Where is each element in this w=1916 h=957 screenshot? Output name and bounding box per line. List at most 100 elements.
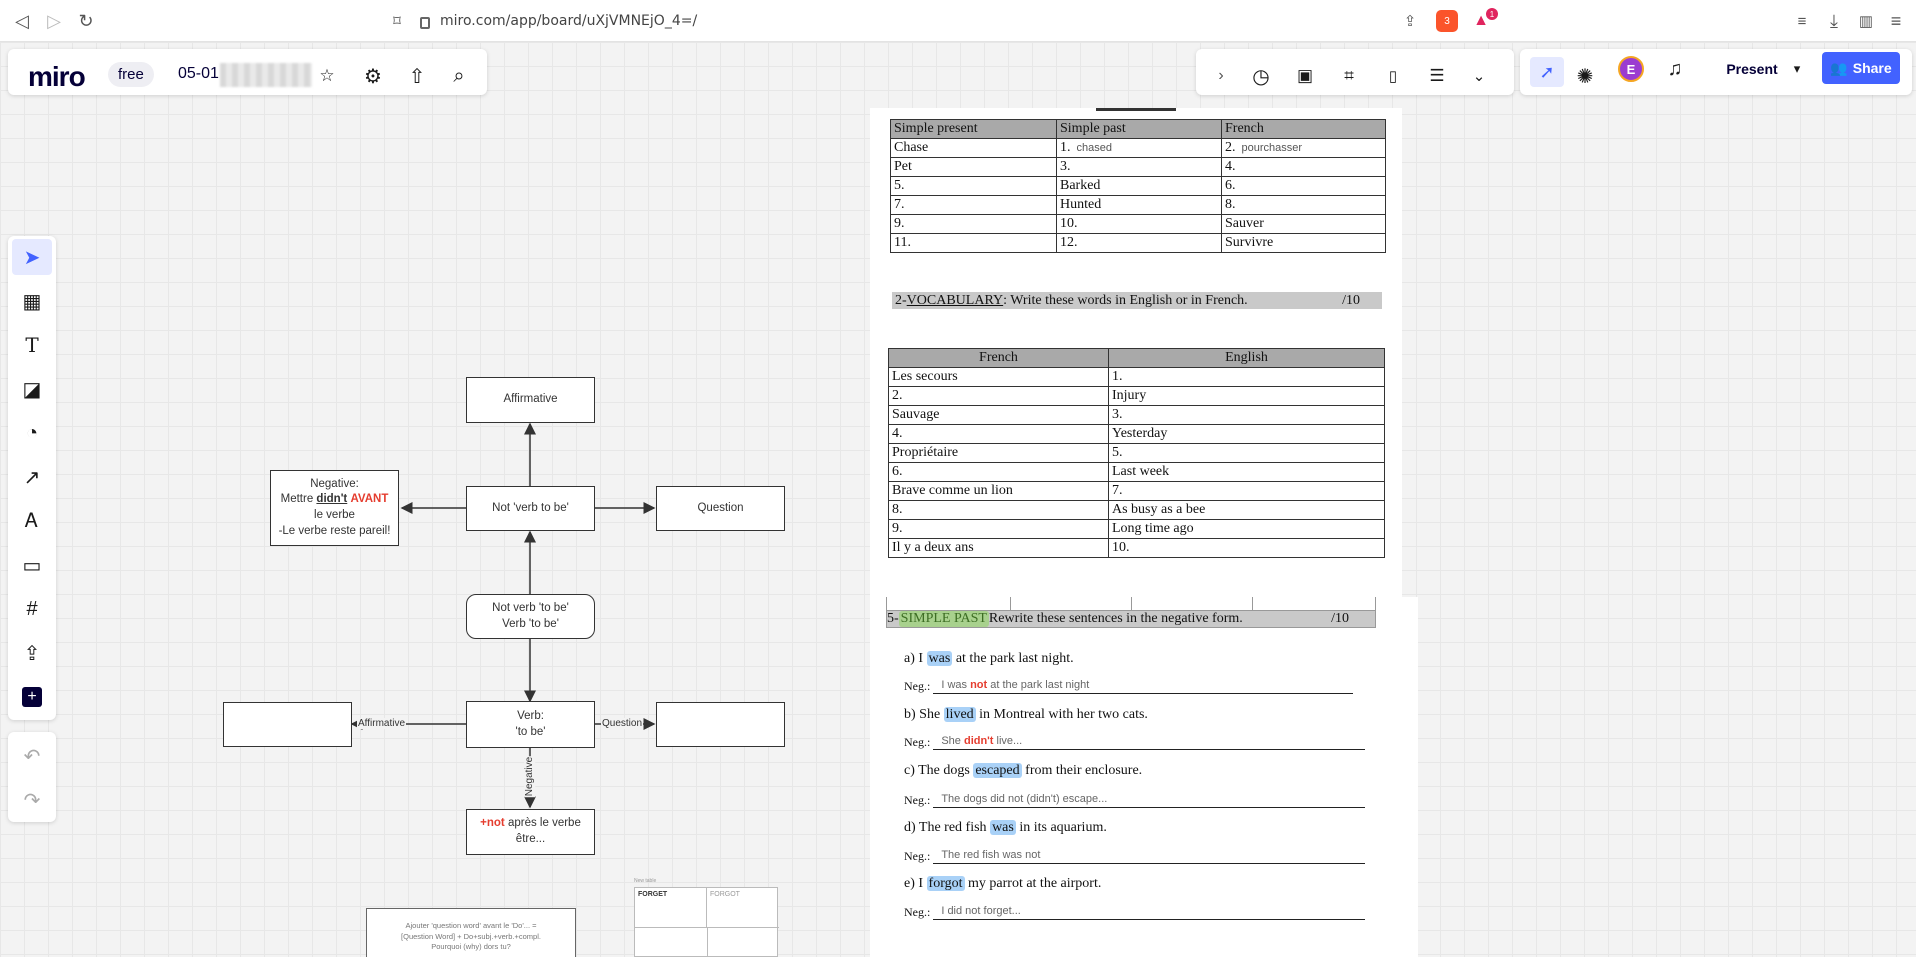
col-simple-present: Simple present [890, 119, 1057, 139]
bell-icon[interactable]: ♫ [1662, 56, 1688, 82]
answer-chased: chased [1076, 142, 1112, 154]
present-chevron-down-icon[interactable]: ▾ [1784, 56, 1810, 82]
table-cell[interactable]: 2. pourchasser [1221, 138, 1386, 158]
past-word: SIMPLE PAST [898, 611, 989, 627]
table-cell[interactable]: 4. [888, 424, 1109, 444]
question-node[interactable]: Question [656, 486, 785, 531]
vocabulary-table[interactable]: French English Les secours 1. 2. Injury Sa… [888, 348, 1385, 558]
negative-node[interactable]: Negative: Mettre didn't AVANT le verbe -… [270, 470, 399, 546]
empty-question-box[interactable] [656, 702, 785, 747]
question-word-note[interactable]: Ajouter 'question word' avant le 'Do'...… [366, 908, 576, 957]
table-cell: Il y a deux ans [888, 538, 1109, 558]
reactions-icon[interactable]: ✺ [1572, 63, 1598, 89]
table-cell[interactable]: 2. [888, 386, 1109, 406]
bookmark-icon[interactable]: ⌑ [385, 9, 409, 33]
table-cell[interactable]: 8. [1221, 195, 1386, 215]
not-verb-to-be-node[interactable]: Not 'verb to be' [466, 486, 595, 531]
address-bar[interactable]: miro.com/app/board/uXjVMNEjO_4=/ [420, 8, 1520, 34]
table-cell: Pet [890, 157, 1057, 177]
table-cell[interactable]: 6. [888, 462, 1109, 482]
neg-answer-a[interactable]: Neg.: I was not at the park last night [904, 679, 1354, 694]
mini-table-caption: New table [634, 878, 657, 884]
table-cell: Survivre [1221, 233, 1386, 253]
choice-node[interactable]: Not verb 'to be' Verb 'to be' [466, 594, 595, 639]
table-cell[interactable]: 6. [1221, 176, 1386, 196]
mini-table[interactable]: FORGET FORGOT [634, 887, 779, 957]
share-label: Share [1852, 60, 1892, 76]
back-icon[interactable]: ◁ [10, 9, 34, 33]
neg-answer-e[interactable]: Neg.: I did not forget... [904, 905, 1366, 920]
board-canvas[interactable]: miro free 05-01 ☆ ⚙ ⇧ ⌕ › ◷ ▣ ⌗ ▯ ☰ ⌄ ➚ … [0, 42, 1916, 957]
table-cell: As busy as a bee [1108, 500, 1385, 520]
table-cell[interactable]: 3. [1056, 157, 1222, 177]
table-cell: Sauver [1221, 214, 1386, 234]
table-cell[interactable]: 11. [890, 233, 1057, 253]
playlist-icon[interactable]: ≡ [1790, 9, 1814, 33]
chevron-double-down-icon[interactable]: ⌄ [1466, 63, 1492, 89]
timer-icon[interactable]: ◷ [1248, 63, 1274, 89]
table-cell[interactable]: 7. [890, 195, 1057, 215]
table-cell[interactable]: 4. [1221, 157, 1386, 177]
table-row: 2. Injury [888, 386, 1385, 406]
neg-label: Neg.: [904, 849, 931, 863]
not-after-verb-node[interactable]: +not après le verbe être... [466, 809, 595, 855]
past-score: /10 [1331, 611, 1349, 626]
table-cell[interactable]: 5. [890, 176, 1057, 196]
table-row: Propriétaire 5. [888, 443, 1385, 463]
neg-answer-c[interactable]: Neg.: The dogs did not (didn't) escape..… [904, 793, 1366, 808]
sentence-text: at the park last night. [952, 651, 1074, 666]
notes-icon[interactable]: ☰ [1424, 63, 1450, 89]
menu-icon[interactable]: ≡ [1884, 9, 1908, 33]
reload-icon[interactable]: ↻ [74, 9, 98, 33]
table-cell: Brave comme un lion [888, 481, 1109, 501]
table-cell[interactable]: 10. [1108, 538, 1385, 558]
table-cell[interactable]: 12. [1056, 233, 1222, 253]
table-cell[interactable]: 3. [1108, 405, 1385, 425]
negative-title: Negative: [310, 477, 359, 490]
affirmative-node[interactable]: Affirmative [466, 377, 595, 423]
table-cell[interactable]: 8. [888, 500, 1109, 520]
negative-connector-label[interactable]: Negative [524, 755, 536, 798]
negative-rule-avant: AVANT [350, 493, 389, 506]
table-row: 5. Barked 6. [890, 176, 1386, 196]
card-icon[interactable]: ▯ [1380, 63, 1406, 89]
table-cell[interactable]: 10. [1056, 214, 1222, 234]
vocab-score: /10 [1342, 292, 1360, 308]
video-icon[interactable]: ▣ [1292, 63, 1318, 89]
sentence-text: my parrot at the airport. [964, 876, 1102, 891]
table-row: 9. 10. Sauver [890, 214, 1386, 234]
vocab-number: 2- [895, 292, 907, 308]
focus-icon[interactable]: ⌗ [1336, 63, 1362, 89]
empty-affirmative-box[interactable] [223, 702, 352, 747]
cursor-select-icon[interactable]: ➚ [1530, 57, 1564, 87]
sentence-text: a) I [904, 651, 927, 666]
not-word: +not [480, 817, 505, 830]
table-cell[interactable]: 1. [1108, 367, 1385, 387]
table-row: 11. 12. Survivre [890, 233, 1386, 253]
chevron-right-icon[interactable]: › [1208, 63, 1234, 89]
share-button[interactable]: 👥 Share [1822, 52, 1900, 84]
download-icon[interactable]: ⤓ [1822, 9, 1846, 33]
neg-answer-b[interactable]: Neg.: She didn't live... [904, 735, 1366, 750]
browser-toolbar: ◁ ▷ ↻ ⌑ miro.com/app/board/uXjVMNEjO_4=/… [0, 0, 1916, 42]
share-page-icon[interactable]: ⇪ [1398, 9, 1422, 33]
verb-to-be-node[interactable]: Verb: 'to be' [466, 701, 595, 748]
vocab-instruction: : Write these words in English or in Fre… [1003, 292, 1248, 308]
answer-line: She didn't live... [933, 735, 1366, 750]
sidebar-icon[interactable]: ▥ [1854, 9, 1878, 33]
table-cell[interactable]: 9. [890, 214, 1057, 234]
table-cell: Yesterday [1108, 424, 1385, 444]
table-cell[interactable]: 7. [1108, 481, 1385, 501]
table-cell[interactable]: 1. chased [1056, 138, 1222, 158]
brave-shield-icon[interactable]: 3 [1436, 10, 1458, 32]
verbs-table[interactable]: Simple present Simple past French Chase … [890, 119, 1386, 253]
present-button[interactable]: Present [1710, 54, 1794, 84]
question-connector-label[interactable]: Question [601, 718, 644, 729]
neg-answer-d[interactable]: Neg.: The red fish was not [904, 849, 1366, 864]
avatar[interactable]: E [1618, 56, 1644, 82]
table-cell[interactable]: 5. [1108, 443, 1385, 463]
forward-icon[interactable]: ▷ [42, 9, 66, 33]
affirmative-connector-label[interactable]: Affirmative [357, 718, 407, 729]
table-cell[interactable]: 9. [888, 519, 1109, 539]
sentence-text: c) The dogs [904, 763, 974, 778]
